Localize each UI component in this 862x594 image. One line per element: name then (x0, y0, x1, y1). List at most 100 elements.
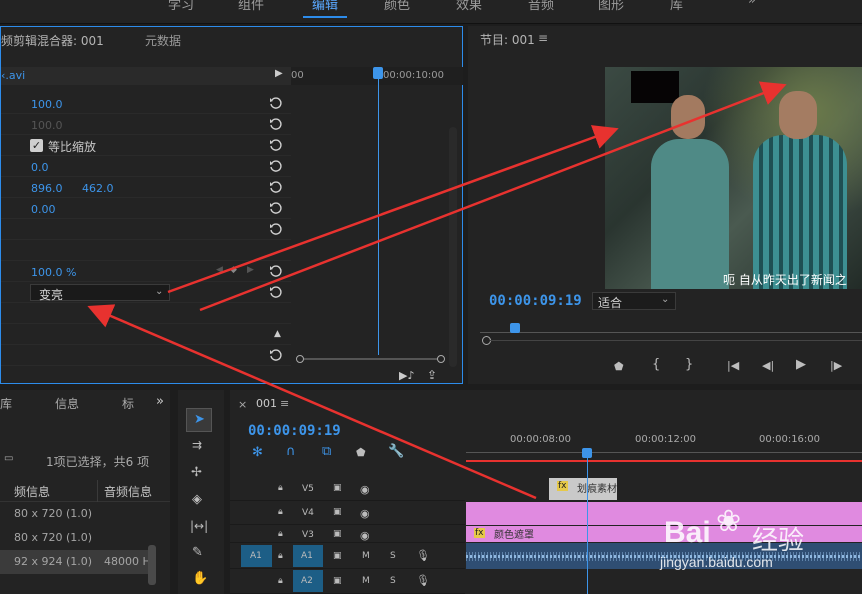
table-row[interactable]: 80 x 720 (1.0) (0, 502, 150, 526)
mark-in-icon[interactable]: { (652, 358, 660, 371)
play-icon[interactable]: ▶ (796, 358, 806, 371)
track-target-a1[interactable]: A1 (293, 545, 323, 567)
audio-scrub-icon[interactable]: ▶♪ (399, 369, 414, 382)
anchor-y-value[interactable]: 462.0 (82, 182, 114, 195)
workspace-tab-assembly[interactable]: 组件 (238, 0, 264, 13)
opacity-value[interactable]: 100.0 % (31, 266, 76, 279)
workspace-tab-effects[interactable]: 效果 (456, 0, 482, 13)
timeline-ruler[interactable]: 00:00:08:00 00:00:12:00 00:00:16:00 (466, 430, 862, 462)
collapse-icon[interactable]: ▲ (274, 329, 281, 339)
panel-menu-icon[interactable]: ≡ (538, 31, 548, 45)
mark-out-icon[interactable]: } (685, 358, 693, 371)
reset-icon[interactable] (269, 222, 282, 235)
timeline-timecode[interactable]: 00:00:09:19 (248, 423, 341, 439)
table-row[interactable]: 80 x 720 (1.0) (0, 526, 150, 550)
linked-selection-icon[interactable]: ⧉ (322, 445, 331, 458)
prev-keyframe-icon[interactable]: ◀ (216, 265, 223, 275)
clip-v5[interactable]: fx 划痕素材 (549, 478, 617, 500)
program-video-frame[interactable]: 呃 自从昨天出了新闻之 (605, 67, 862, 289)
reset-icon[interactable] (269, 285, 282, 298)
flicker-value[interactable]: 0.00 (31, 203, 56, 216)
program-ruler[interactable] (480, 322, 862, 340)
reset-icon[interactable] (269, 180, 282, 193)
metadata-tab[interactable]: 元数据 (145, 32, 181, 49)
reset-icon[interactable] (269, 96, 282, 109)
track-v4[interactable]: 🔒︎ V4 ▣ ◉ (230, 502, 465, 525)
mini-playhead[interactable] (373, 67, 383, 79)
next-keyframe-icon[interactable]: ▶ (247, 265, 254, 275)
workspace-more-icon[interactable]: » (748, 0, 756, 8)
table-row-selected[interactable]: 92 x 924 (1.0) 48000 Hz (0, 550, 150, 574)
panel-title[interactable]: 频剪辑混合器: 001 (1, 32, 104, 49)
program-title[interactable]: 节目: 001 (480, 31, 535, 48)
zoom-scrollbar[interactable] (296, 355, 446, 363)
microphone-icon[interactable]: 🎙︎ (416, 574, 430, 587)
lock-icon[interactable]: 🔒︎ (278, 507, 283, 517)
mute-button[interactable]: M (362, 551, 370, 561)
go-to-in-icon[interactable]: |◀ (727, 360, 739, 371)
sync-icon[interactable]: ▣ (333, 551, 342, 561)
reset-icon[interactable] (269, 348, 282, 361)
solo-button[interactable]: S (390, 576, 396, 586)
reset-icon[interactable] (269, 159, 282, 172)
add-marker-icon[interactable]: ⬟ (356, 447, 366, 458)
program-timecode[interactable]: 00:00:09:19 (489, 293, 582, 309)
track-target-a2[interactable]: A2 (293, 570, 323, 592)
scale-value[interactable]: 100.0 (31, 98, 63, 111)
reset-icon[interactable] (269, 264, 282, 277)
add-keyframe-icon[interactable]: ◆ (230, 265, 237, 275)
sequence-tab[interactable]: 001 (256, 397, 277, 410)
ripple-edit-icon[interactable]: ✢ (191, 466, 202, 479)
mute-button[interactable]: M (362, 576, 370, 586)
source-patch-a1[interactable]: A1 (241, 545, 272, 567)
project-scrollbar[interactable] (148, 545, 156, 585)
hand-icon[interactable]: ✋ (192, 572, 208, 585)
slip-icon[interactable]: |↔| (190, 520, 208, 532)
solo-button[interactable]: S (390, 551, 396, 561)
workspace-tab-graphics[interactable]: 图形 (598, 0, 624, 13)
export-frame-icon[interactable]: ⇪ (427, 368, 437, 382)
fit-dropdown[interactable]: 适合 ⌄ (592, 292, 676, 310)
reset-icon[interactable] (269, 201, 282, 214)
workspace-tab-editing[interactable]: 编辑 (312, 0, 338, 13)
tab-library[interactable]: 库 (0, 395, 12, 412)
razor-icon[interactable]: ◈ (192, 493, 202, 506)
track-a1[interactable]: A1 🔒︎ A1 ▣ M S 🎙︎ (230, 543, 465, 569)
workspace-tab-audio[interactable]: 音频 (528, 0, 554, 13)
wrench-icon[interactable]: 🔧 (388, 445, 404, 458)
video-info-header[interactable]: 频信息 (14, 483, 50, 500)
blend-mode-dropdown[interactable]: 变亮 ⌄ (30, 284, 170, 302)
more-panels-icon[interactable]: » (156, 394, 164, 409)
lock-icon[interactable]: 🔒︎ (278, 529, 283, 539)
anchor-x-value[interactable]: 896.0 (31, 182, 63, 195)
zoom-bar[interactable] (490, 340, 862, 341)
track-select-icon[interactable]: ⇉ (192, 439, 202, 451)
magnet-icon[interactable]: ∩ (286, 445, 296, 458)
program-playhead[interactable] (510, 323, 520, 333)
sync-icon[interactable]: ▣ (333, 529, 342, 539)
workspace-tab-learn[interactable]: 学习 (168, 0, 194, 13)
reset-icon[interactable] (269, 138, 282, 151)
lock-icon[interactable]: 🔒︎ (278, 551, 283, 561)
lock-icon[interactable]: 🔒︎ (278, 576, 283, 586)
eye-icon[interactable]: ◉ (360, 507, 370, 520)
eye-icon[interactable]: ◉ (360, 483, 370, 496)
step-forward-icon[interactable]: |▶ (830, 360, 842, 371)
track-v5[interactable]: 🔒︎ V5 ▣ ◉ (230, 478, 465, 501)
pen-icon[interactable]: ✎ (192, 546, 203, 559)
reset-icon[interactable] (269, 117, 282, 130)
sync-icon[interactable]: ▣ (333, 576, 342, 586)
vertical-scrollbar[interactable] (449, 127, 457, 367)
rotation-value[interactable]: 0.0 (31, 161, 49, 174)
tab-markers[interactable]: 标 (122, 395, 134, 412)
track-v3[interactable]: 🔒︎ V3 ▣ ◉ (230, 526, 465, 543)
play-only-clip-icon[interactable]: ▶ (275, 68, 283, 79)
eye-icon[interactable]: ◉ (360, 529, 370, 542)
tab-info[interactable]: 信息 (55, 395, 79, 412)
selection-tool-icon[interactable]: ➤ (186, 408, 212, 432)
panel-menu-icon[interactable]: ≡ (280, 397, 289, 410)
workspace-tab-color[interactable]: 颜色 (384, 0, 410, 13)
sync-icon[interactable]: ▣ (333, 483, 342, 493)
track-a2[interactable]: 🔒︎ A2 ▣ M S 🎙︎ (230, 569, 465, 594)
lock-icon[interactable]: 🔒︎ (278, 483, 283, 493)
